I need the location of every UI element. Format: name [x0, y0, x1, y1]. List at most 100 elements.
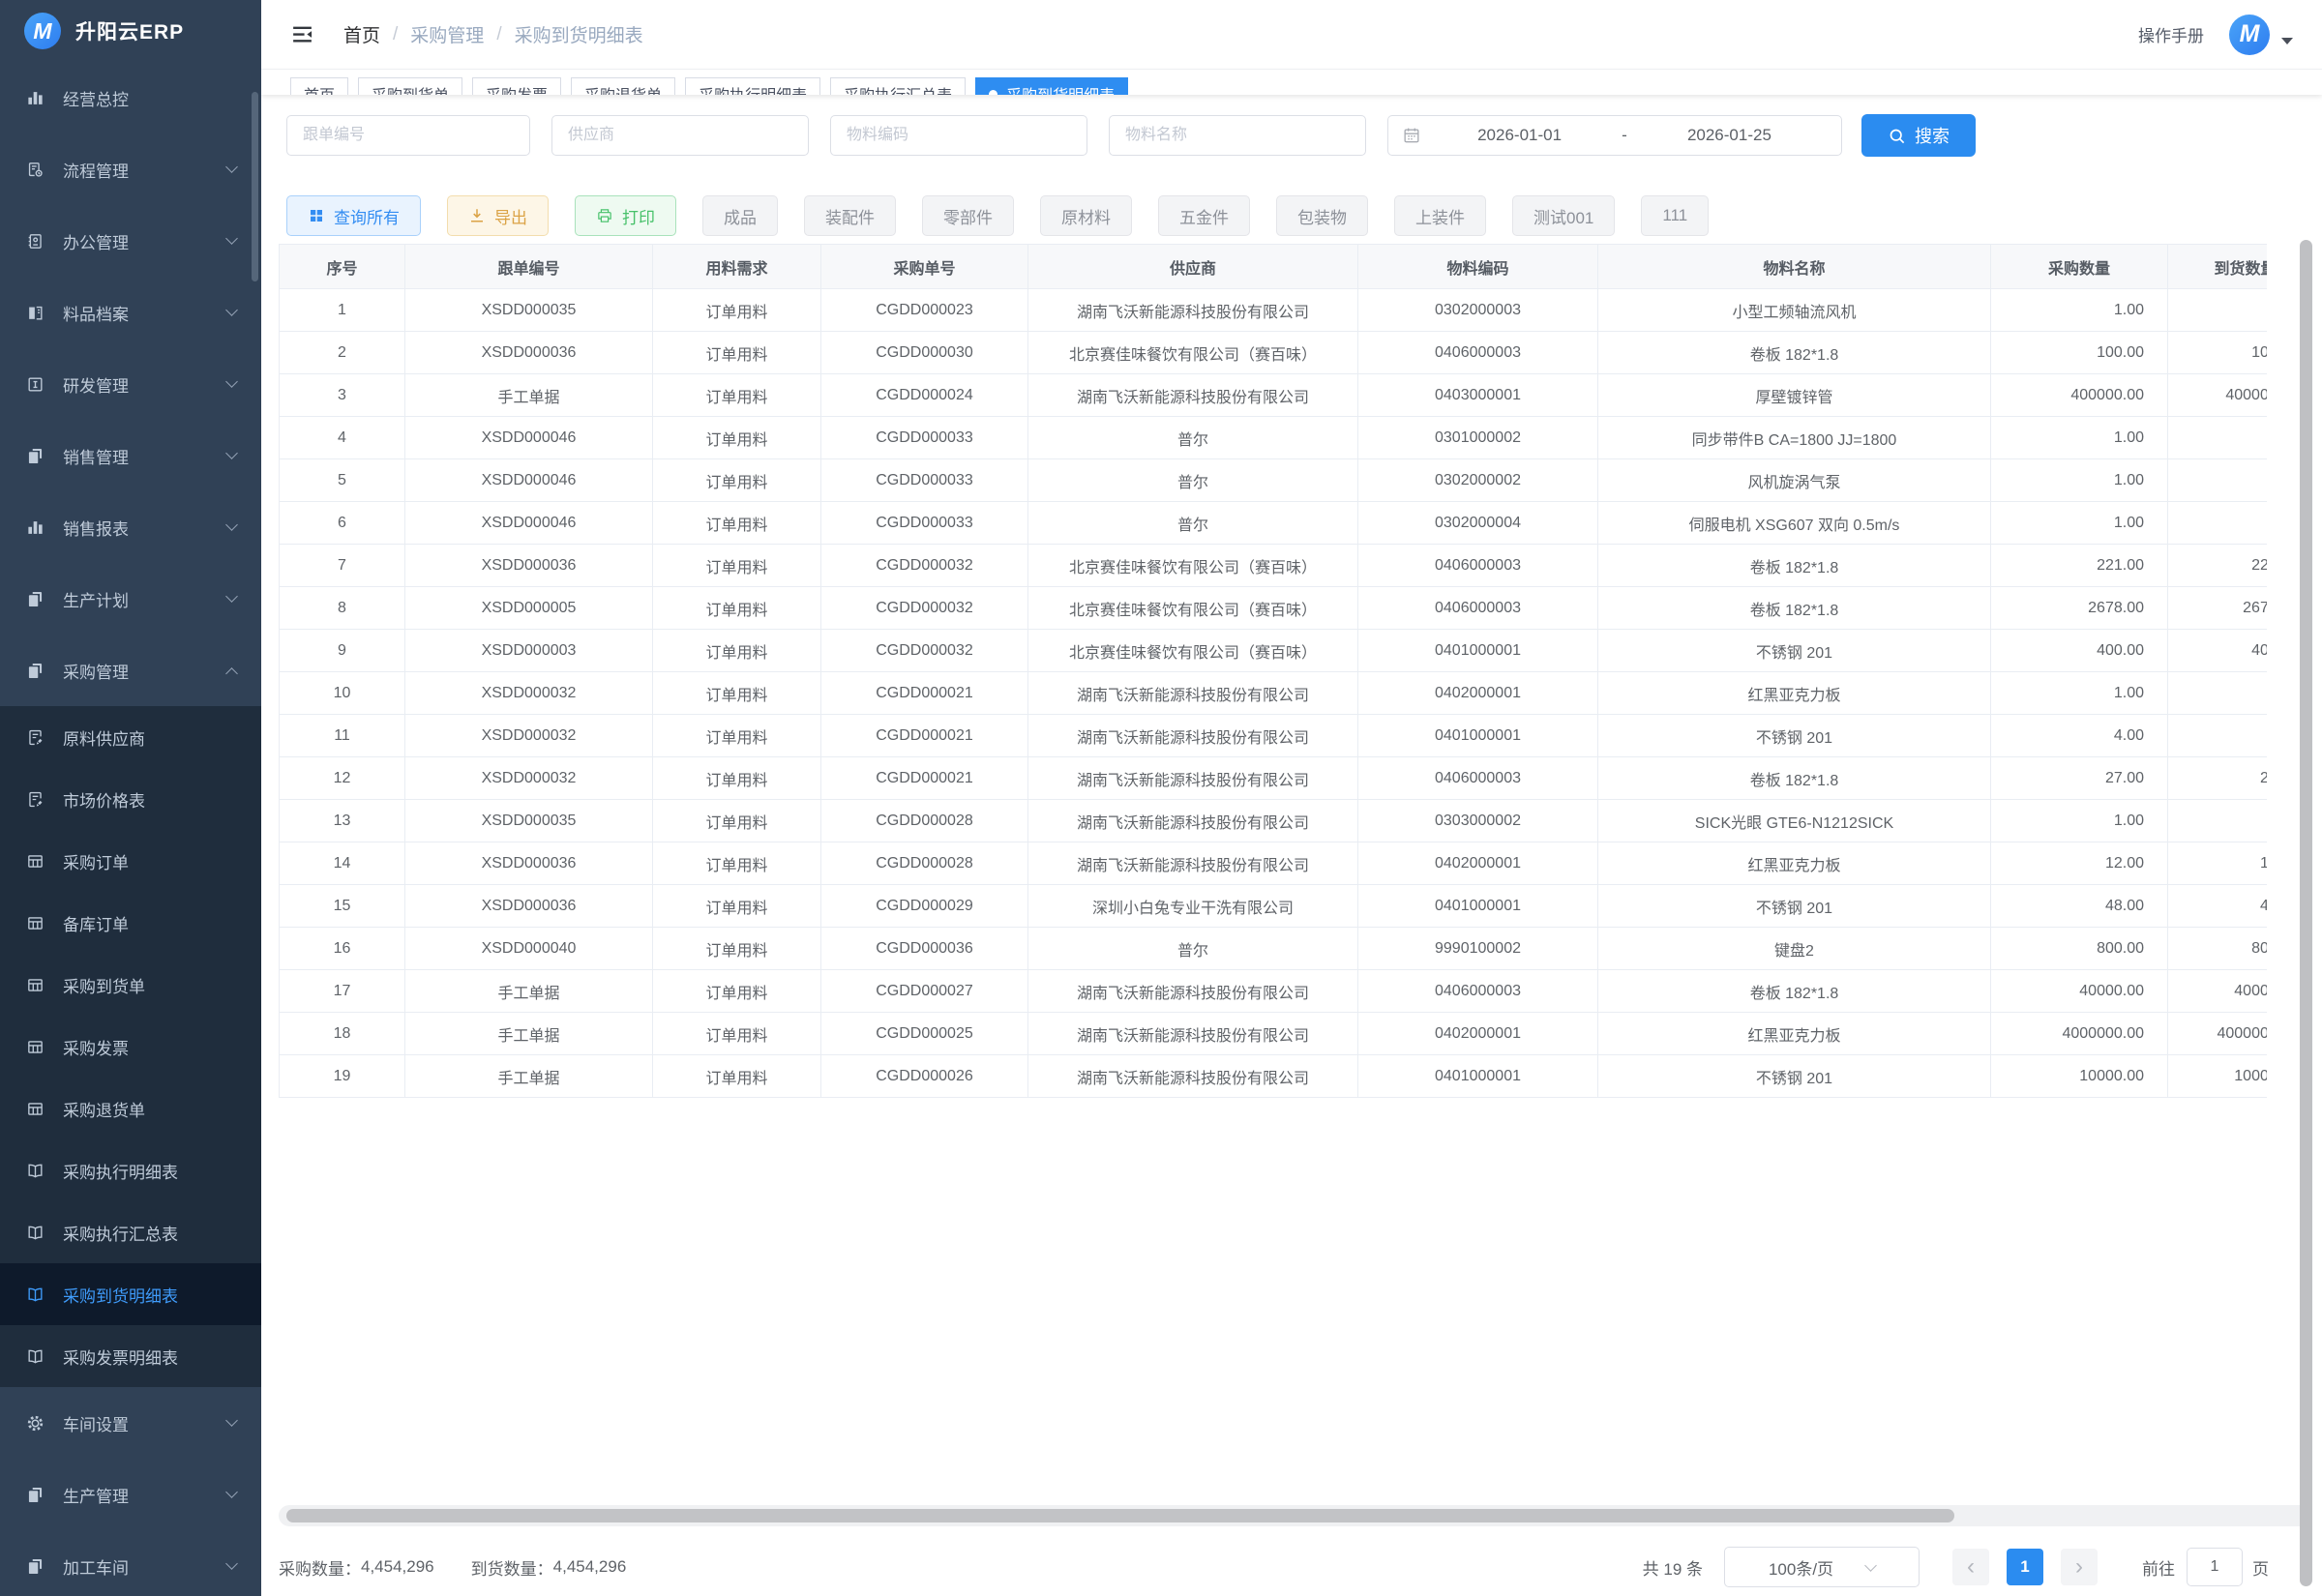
- toolbar-button[interactable]: 查询所有: [286, 195, 421, 236]
- sidebar-item[interactable]: 采购发票: [0, 1016, 261, 1078]
- table-row[interactable]: 16 XSDD000040 订单用料 CGDD000036 普尔 9990100…: [280, 928, 2268, 970]
- tab-chip[interactable]: 采购到货明细表: [975, 77, 1128, 95]
- date-end-value[interactable]: 2026-01-25: [1631, 126, 1828, 145]
- table-row[interactable]: 5 XSDD000046 订单用料 CGDD000033 普尔 03020000…: [280, 459, 2268, 502]
- table-row[interactable]: 1 XSDD000035 订单用料 CGDD000023 湖南飞沃新能源科技股份…: [280, 289, 2268, 332]
- sidebar-item[interactable]: 原料供应商: [0, 706, 261, 768]
- sidebar-item[interactable]: 车间设置: [0, 1387, 261, 1459]
- tab-chip[interactable]: 采购执行汇总表: [830, 77, 966, 95]
- toolbar-button[interactable]: 打印: [575, 195, 676, 236]
- breadcrumb-home[interactable]: 首页: [343, 21, 380, 47]
- avatar[interactable]: M: [2229, 15, 2270, 55]
- tab-chip[interactable]: 采购执行明细表: [685, 77, 820, 95]
- toolbar-button[interactable]: 包装物: [1276, 195, 1368, 236]
- chevron-down-icon: [225, 1557, 238, 1570]
- order-no-input[interactable]: [286, 115, 530, 156]
- sidebar-item[interactable]: 流程管理: [0, 133, 261, 205]
- tab-chip[interactable]: 采购发票: [472, 77, 561, 95]
- page-size-select[interactable]: 100条/页: [1724, 1547, 1920, 1587]
- date-range-picker[interactable]: 2026-01-01 - 2026-01-25: [1387, 115, 1842, 156]
- supplier-input[interactable]: [551, 115, 809, 156]
- table-column-header[interactable]: 采购单号: [821, 245, 1028, 289]
- sidebar-item[interactable]: 采购管理: [0, 635, 261, 706]
- table-row[interactable]: 8 XSDD000005 订单用料 CGDD000032 北京赛佳味餐饮有限公司…: [280, 587, 2268, 630]
- breadcrumb-purchase[interactable]: 采购管理: [410, 21, 484, 47]
- toolbar-button[interactable]: 装配件: [804, 195, 896, 236]
- table-column-header[interactable]: 序号: [280, 245, 405, 289]
- caret-down-icon[interactable]: [2281, 38, 2293, 44]
- table-row[interactable]: 18 手工单据 订单用料 CGDD000025 湖南飞沃新能源科技股份有限公司 …: [280, 1013, 2268, 1055]
- toolbar-button[interactable]: 上装件: [1394, 195, 1486, 236]
- toolbar-button[interactable]: 导出: [447, 195, 549, 236]
- toolbar-button-label: 成品: [724, 204, 757, 228]
- tab-chip[interactable]: 首页: [290, 77, 348, 95]
- toolbar-button[interactable]: 原材料: [1040, 195, 1132, 236]
- toolbar-button[interactable]: 五金件: [1158, 195, 1250, 236]
- sidebar-item[interactable]: 采购执行明细表: [0, 1139, 261, 1201]
- sidebar-item[interactable]: 生产计划: [0, 563, 261, 635]
- toolbar-button[interactable]: 零部件: [922, 195, 1014, 236]
- cell-material-name: 卷板 182*1.8: [1598, 587, 1991, 630]
- search-button[interactable]: 搜索: [1861, 114, 1976, 157]
- table-row[interactable]: 12 XSDD000032 订单用料 CGDD000021 湖南飞沃新能源科技股…: [280, 757, 2268, 800]
- prev-page-button[interactable]: ‹: [1952, 1549, 1989, 1585]
- tab-chip[interactable]: 采购退货单: [571, 77, 675, 95]
- manual-link[interactable]: 操作手册: [2138, 22, 2204, 46]
- current-page-button[interactable]: 1: [2007, 1549, 2043, 1585]
- table-column-header[interactable]: 用料需求: [653, 245, 821, 289]
- sidebar-item[interactable]: 采购到货单: [0, 954, 261, 1016]
- table-column-header[interactable]: 物料名称: [1598, 245, 1991, 289]
- sidebar-item[interactable]: 采购执行汇总表: [0, 1201, 261, 1263]
- table-row[interactable]: 17 手工单据 订单用料 CGDD000027 湖南飞沃新能源科技股份有限公司 …: [280, 970, 2268, 1013]
- table-row[interactable]: 7 XSDD000036 订单用料 CGDD000032 北京赛佳味餐饮有限公司…: [280, 545, 2268, 587]
- sidebar-item[interactable]: 料品档案: [0, 277, 261, 348]
- goto-page-input[interactable]: [2187, 1548, 2243, 1586]
- sidebar-item[interactable]: 市场价格表: [0, 768, 261, 830]
- table-row[interactable]: 2 XSDD000036 订单用料 CGDD000030 北京赛佳味餐饮有限公司…: [280, 332, 2268, 374]
- hamburger-fold-icon[interactable]: [290, 22, 314, 46]
- goto-label: 前往: [2142, 1555, 2175, 1580]
- vertical-scrollbar-thumb[interactable]: [2300, 240, 2312, 1586]
- table-column-header[interactable]: 供应商: [1028, 245, 1358, 289]
- table-row[interactable]: 13 XSDD000035 订单用料 CGDD000028 湖南飞沃新能源科技股…: [280, 800, 2268, 842]
- footer-bar: 采购数量： 4,454,296 到货数量： 4,454,296 共 19 条 1…: [279, 1546, 2269, 1588]
- sidebar-item[interactable]: 经营总控: [0, 62, 261, 133]
- table-column-header[interactable]: 跟单编号: [405, 245, 653, 289]
- toolbar-button[interactable]: 成品: [702, 195, 778, 236]
- material-name-input[interactable]: [1109, 115, 1366, 156]
- next-page-button[interactable]: ›: [2061, 1549, 2098, 1585]
- topbar-right: 操作手册 M: [2138, 15, 2293, 55]
- toolbar-button[interactable]: 111: [1641, 195, 1709, 236]
- table-row[interactable]: 4 XSDD000046 订单用料 CGDD000033 普尔 03010000…: [280, 417, 2268, 459]
- table-row[interactable]: 11 XSDD000032 订单用料 CGDD000021 湖南飞沃新能源科技股…: [280, 715, 2268, 757]
- date-start-value[interactable]: 2026-01-01: [1421, 126, 1618, 145]
- sidebar-item[interactable]: 采购订单: [0, 830, 261, 892]
- table-column-header[interactable]: 到货数量: [2168, 245, 2268, 289]
- sidebar-item[interactable]: 加工车间: [0, 1530, 261, 1596]
- table-row[interactable]: 6 XSDD000046 订单用料 CGDD000033 普尔 03020000…: [280, 502, 2268, 545]
- sidebar-item[interactable]: 采购到货明细表: [0, 1263, 261, 1325]
- sidebar-item[interactable]: 生产管理: [0, 1459, 261, 1530]
- table-row[interactable]: 15 XSDD000036 订单用料 CGDD000029 深圳小白兔专业干洗有…: [280, 885, 2268, 928]
- horizontal-scrollbar-track[interactable]: [279, 1505, 2312, 1526]
- sidebar-item[interactable]: 销售管理: [0, 420, 261, 491]
- horizontal-scrollbar-thumb[interactable]: [286, 1509, 1954, 1522]
- table-row[interactable]: 14 XSDD000036 订单用料 CGDD000028 湖南飞沃新能源科技股…: [280, 842, 2268, 885]
- table-column-header[interactable]: 物料编码: [1358, 245, 1598, 289]
- sidebar-item[interactable]: 采购发票明细表: [0, 1325, 261, 1387]
- sidebar-scrollbar-thumb[interactable]: [252, 92, 258, 281]
- sidebar-item[interactable]: 研发管理: [0, 348, 261, 420]
- material-code-input[interactable]: [830, 115, 1087, 156]
- table-column-header[interactable]: 采购数量: [1991, 245, 2168, 289]
- tab-chip[interactable]: 采购到货单: [358, 77, 462, 95]
- table-row[interactable]: 3 手工单据 订单用料 CGDD000024 湖南飞沃新能源科技股份有限公司 0…: [280, 374, 2268, 417]
- sidebar-item[interactable]: 办公管理: [0, 205, 261, 277]
- breadcrumb: 首页 / 采购管理 / 采购到货明细表: [343, 21, 643, 47]
- sidebar-item[interactable]: 销售报表: [0, 491, 261, 563]
- table-row[interactable]: 9 XSDD000003 订单用料 CGDD000032 北京赛佳味餐饮有限公司…: [280, 630, 2268, 672]
- table-row[interactable]: 19 手工单据 订单用料 CGDD000026 湖南飞沃新能源科技股份有限公司 …: [280, 1055, 2268, 1098]
- sidebar-item[interactable]: 采购退货单: [0, 1078, 261, 1139]
- table-row[interactable]: 10 XSDD000032 订单用料 CGDD000021 湖南飞沃新能源科技股…: [280, 672, 2268, 715]
- sidebar-item[interactable]: 备库订单: [0, 892, 261, 954]
- toolbar-button[interactable]: 测试001: [1512, 195, 1615, 236]
